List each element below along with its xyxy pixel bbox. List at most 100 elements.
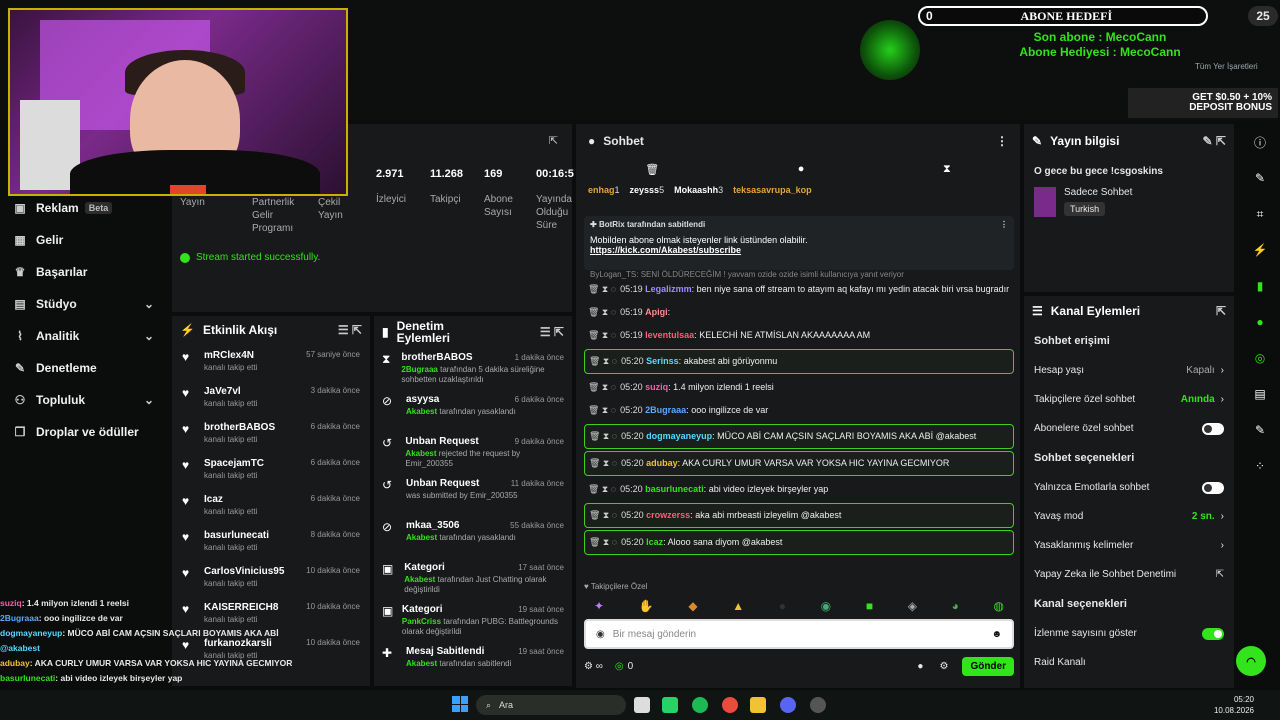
task-view-icon[interactable] [634,697,650,713]
event-user[interactable]: Icaz [204,494,257,505]
mod-actor[interactable]: 2Bugraaa [401,365,437,374]
bolt-icon[interactable]: ⚡ [1240,232,1280,268]
sidebar-item-basarilar[interactable]: ♛ Başarılar [0,256,170,288]
taskbar-search[interactable]: ⌕ Ara [476,695,626,715]
message-user[interactable]: crowzerss [646,510,690,520]
event-user[interactable]: SpacejamTC [204,458,264,469]
emote-icon[interactable]: ◆ [688,599,697,613]
mod-tools-icon[interactable]: 🗑 ⧗ ◌ [588,307,616,317]
chat-message[interactable]: 🗑 ⧗ ◌ 05:20 2Bugraaa: ooo ingilizce de va… [584,399,1014,422]
chat-message[interactable]: 🗑 ⧗ ◌ 05:20 Icaz: Alooo sana diyom @akabe… [584,530,1014,555]
chat-message[interactable]: 🗑 ⧗ ◌ 05:20 dogmayaneyup: MÜCO ABİ CAM AÇ… [584,424,1014,449]
mod-tools-icon[interactable]: 🗑 ⧗ ◌ [588,405,616,415]
whatsapp-icon[interactable] [662,697,678,713]
mod-tools-icon[interactable]: 🗑 ⧗ ◌ [588,330,616,340]
filter-icon[interactable]: ☰ ⇱ [540,326,564,338]
emotes-only-toggle[interactable] [1202,481,1224,494]
chat-icon[interactable]: ● [1240,304,1280,340]
mod-actor[interactable]: PankCriss [402,617,441,626]
category-name[interactable]: Sadece Sohbet [1064,187,1132,198]
mod-tools-icon[interactable]: 🗑 ⧗ ◌ [589,510,617,520]
message-user[interactable]: Icaz [646,537,663,547]
sidebar-item-topluluk[interactable]: ⚇ Topluluk ⌄ [0,384,170,416]
emoji-icon[interactable]: ☻ [991,629,1002,640]
message-user[interactable]: leventulsaa [645,330,694,340]
popout-icon[interactable]: ⇱ [1216,304,1226,318]
event-user[interactable]: CarlosVinicius95 [204,566,284,577]
sidebar-item-analitik[interactable]: ⌇ Analitik ⌄ [0,320,170,352]
message-user[interactable]: Legalizmm [645,284,692,294]
message-user[interactable]: suziq [645,382,668,392]
slow-mode-row[interactable]: Yavaş mod 2 sn. › [1024,502,1234,531]
mod-tools-icon[interactable]: 🗑 ⧗ ◌ [589,458,617,468]
popout-icon[interactable]: ⇱ [549,134,558,147]
chat-message[interactable]: 🗑 ⧗ ◌ 05:20 crowzerss: aka abi mrbeasti i… [584,503,1014,528]
emote-icon[interactable]: ✋ [639,599,654,613]
subs-chat-toggle[interactable] [1202,422,1224,435]
mod-action-title[interactable]: asyysa [406,394,516,405]
points-icon[interactable]: ◎ [615,661,624,672]
gear-icon[interactable]: ⚙ [939,661,948,672]
spotify-icon[interactable] [692,697,708,713]
mod-tools-icon[interactable]: 🗑 ⧗ ◌ [589,356,617,366]
obs-icon[interactable] [810,697,826,713]
leader-entry[interactable]: enhag1 [588,185,620,195]
mod-actor[interactable]: Akabest [405,449,436,458]
emote-icon[interactable]: ● [779,599,786,613]
mod-action-title[interactable]: Mesaj Sabitlendi [406,646,511,657]
edit-icon[interactable]: ✎ ⇱ [1203,134,1226,148]
mod-action-title[interactable]: mkaa_3506 [406,520,516,531]
doc-icon[interactable]: ▮ [1240,268,1280,304]
emote-icon[interactable]: ▲ [732,599,744,613]
mod-actor[interactable]: Akabest [406,533,437,542]
info-icon[interactable]: ⓘ [1240,124,1280,160]
crop-icon[interactable]: ⌗ [1240,196,1280,232]
discord-icon[interactable] [780,697,796,713]
settings-cog-icon[interactable]: ⚙ ∞ [584,661,603,672]
emote-icon[interactable]: ✦ [594,599,604,613]
emote-icon[interactable]: ◕ [952,599,959,613]
mod-tools-icon[interactable]: 🗑 ⧗ ◌ [589,537,617,547]
hourglass-icon[interactable]: ⧗ [943,163,951,176]
mod-tools-icon[interactable]: 🗑 ⧗ ◌ [588,484,616,494]
banned-words-row[interactable]: Yasaklanmış kelimeler › [1024,531,1234,560]
chat-input[interactable]: ◉ Bir mesaj gönderin ☻ [584,619,1014,649]
chat-message[interactable]: 🗑 ⧗ ◌ 05:20 basurlunecati: abi video izle… [584,478,1014,501]
sidebar-item-droplar[interactable]: ❒ Droplar ve ödüller [0,416,170,448]
mod-tools-icon[interactable]: 🗑 ⧗ ◌ [589,431,617,441]
chat-icon[interactable]: ● [917,661,923,672]
send-button[interactable]: Gönder [962,656,1014,676]
followers-chat-row[interactable]: Takipçilere özel sohbet Anında › [1024,385,1234,414]
windows-start-icon[interactable] [452,696,468,712]
raid-row[interactable]: Raid Kanalı [1024,648,1234,677]
message-user[interactable]: Apigi [645,307,668,317]
chat-message[interactable]: 🗑 ⧗ ◌ 05:19 Apigi: [584,301,1014,324]
deposit-bonus-banner[interactable]: GET $0.50 + 10% DEPOSIT BONUS [1128,88,1278,118]
emote-icon[interactable]: ◈ [908,599,917,613]
chat-message[interactable]: 🗑 ⧗ ◌ 05:20 suziq: 1.4 milyon izlendi 1 r… [584,376,1014,399]
account-age-row[interactable]: Hesap yaşı Kapalı › [1024,356,1234,385]
sidebar-item-denetleme[interactable]: ✎ Denetleme [0,352,170,384]
emote-icon[interactable]: ◉ [821,599,831,613]
chat-tab-icon[interactable]: ● [798,163,805,175]
ai-moderation-row[interactable]: Yapay Zeka ile Sohbet Denetimi ⇱ [1024,560,1234,589]
event-user[interactable]: brotherBABOS [204,422,275,433]
more-icon[interactable]: ⋮ [1000,220,1008,229]
sidebar-item-studyo[interactable]: ▤ Stüdyo ⌄ [0,288,170,320]
chat-message[interactable]: 🗑 ⧗ ◌ 05:20 adubay: AKA CURLY UMUR VARSA … [584,451,1014,476]
leader-entry[interactable]: teksasavrupa_kop [733,185,812,195]
nodes-icon[interactable]: ⁘ [1240,448,1280,484]
message-user[interactable]: basurlunecati [645,484,704,494]
broadcast-icon[interactable]: ◎ [1240,340,1280,376]
emote-icon[interactable]: ◍ [994,599,1004,613]
event-user[interactable]: mRClex4N [204,350,257,361]
folder-icon[interactable] [750,697,766,713]
chat-message[interactable]: 🗑 ⧗ ◌ 05:19 Legalizmm: ben niye sana off … [584,278,1014,301]
pinned-link[interactable]: https://kick.com/Akabest/subscribe [590,245,1008,255]
message-user[interactable]: adubay [646,458,678,468]
chat-message[interactable]: 🗑 ⧗ ◌ 05:19 leventulsaa: KELECHİ NE ATMİS… [584,324,1014,347]
leader-entry[interactable]: zeysss5 [630,185,665,195]
event-user[interactable]: basurlunecati [204,530,269,541]
wrench-icon[interactable]: ✎ [1240,412,1280,448]
emote-icon[interactable]: ■ [866,599,873,613]
